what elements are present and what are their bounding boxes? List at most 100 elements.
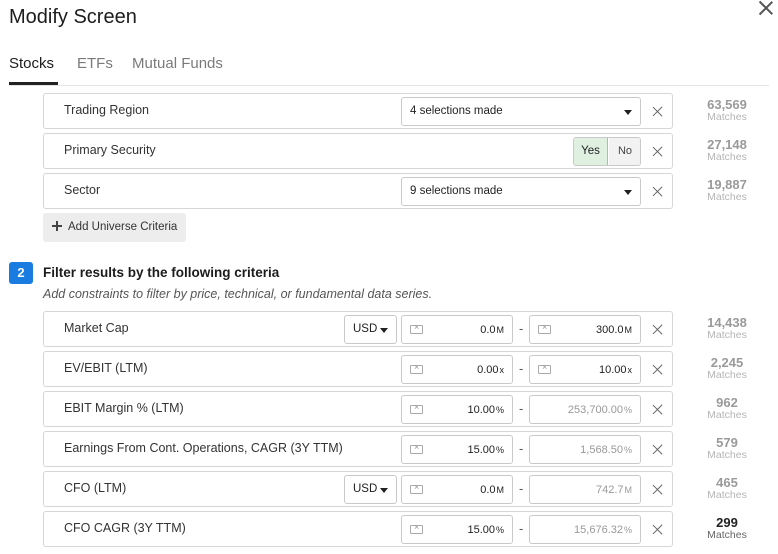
min-value: 0.0M [480, 484, 504, 496]
criteria-label: Trading Region [64, 103, 150, 117]
min-value: 0.00x [477, 364, 504, 376]
caret-down-icon [380, 328, 388, 333]
remove-criteria-icon[interactable] [652, 106, 663, 117]
clear-value-icon[interactable] [538, 362, 551, 374]
caret-down-icon [624, 110, 632, 115]
unit-text: % [495, 525, 504, 535]
unit-text: % [623, 445, 632, 455]
add-universe-criteria-button[interactable]: Add Universe Criteria [43, 213, 186, 242]
remove-criteria-icon[interactable] [652, 186, 663, 197]
max-value-placeholder: 1,568.50% [580, 444, 632, 456]
range-dash: - [519, 361, 524, 376]
matches-number: 2,245 [710, 355, 744, 370]
value-text: 10.00 [598, 364, 627, 376]
criteria-label: CFO CAGR (3Y TTM) [64, 521, 186, 535]
criteria-row-ev-ebit: EV/EBIT (LTM) 0.00x - 10.00x [43, 351, 673, 387]
criteria-label: Primary Security [64, 143, 156, 157]
max-value-input[interactable]: 253,700.00% [529, 395, 641, 424]
matches-count: 63,569 Matches [690, 98, 764, 123]
select-value: 4 selections made [410, 105, 503, 117]
criteria-label: Market Cap [64, 321, 129, 335]
step-badge: 2 [9, 262, 33, 284]
clear-value-icon[interactable] [538, 322, 551, 334]
sector-select[interactable]: 9 selections made [401, 177, 641, 206]
currency-select[interactable]: USD [344, 475, 397, 504]
matches-label: Matches [707, 489, 747, 501]
max-value-input[interactable]: 15,676.32% [529, 515, 641, 544]
remove-criteria-icon[interactable] [652, 404, 663, 415]
matches-label: Matches [707, 329, 747, 341]
unit-text: M [496, 485, 505, 495]
max-value-input[interactable]: 10.00x [529, 355, 641, 384]
max-value-input[interactable]: 1,568.50% [529, 435, 641, 464]
unit-text: x [499, 365, 505, 375]
yes-button[interactable]: Yes [574, 138, 608, 165]
tab-etfs[interactable]: ETFs [77, 55, 113, 72]
remove-criteria-icon[interactable] [652, 444, 663, 455]
remove-criteria-icon[interactable] [652, 146, 663, 157]
min-value-input[interactable]: 15.00% [401, 515, 513, 544]
min-value-input[interactable]: 0.0M [401, 315, 513, 344]
criteria-label: EBIT Margin % (LTM) [64, 401, 184, 415]
value-text: 0.0 [480, 324, 496, 336]
max-value-placeholder: 253,700.00% [568, 404, 632, 416]
no-button[interactable]: No [609, 138, 640, 165]
max-value-placeholder: 15,676.32% [574, 524, 632, 536]
criteria-row-ebit-margin: EBIT Margin % (LTM) 10.00% - 253,700.00% [43, 391, 673, 427]
select-value: 9 selections made [410, 185, 503, 197]
min-value: 0.0M [480, 324, 504, 336]
matches-label: Matches [707, 369, 747, 381]
matches-label: Matches [707, 449, 747, 461]
min-value-input[interactable]: 10.00% [401, 395, 513, 424]
matches-count: 465 Matches [690, 476, 764, 501]
unit-text: % [495, 405, 504, 415]
matches-number: 27,148 [707, 137, 747, 152]
remove-criteria-icon[interactable] [652, 484, 663, 495]
min-value: 15.00% [467, 444, 504, 456]
tab-mutual-funds[interactable]: Mutual Funds [132, 55, 223, 72]
min-value-input[interactable]: 0.0M [401, 475, 513, 504]
max-value-input[interactable]: 300.0M [529, 315, 641, 344]
plus-icon [52, 221, 62, 231]
placeholder-text: 15,676.32 [574, 524, 623, 536]
range-dash: - [519, 481, 524, 496]
unit-text: M [624, 325, 633, 335]
close-icon[interactable] [758, 0, 774, 16]
remove-criteria-icon[interactable] [652, 524, 663, 535]
matches-label: Matches [707, 111, 747, 123]
max-value-input[interactable]: 742.7M [529, 475, 641, 504]
clear-value-icon[interactable] [410, 522, 423, 534]
page-title: Modify Screen [9, 6, 137, 28]
remove-criteria-icon[interactable] [652, 364, 663, 375]
criteria-row-primary-security: Primary Security Yes No [43, 133, 673, 169]
criteria-label: EV/EBIT (LTM) [64, 361, 148, 375]
unit-text: x [627, 365, 633, 375]
add-universe-criteria-label: Add Universe Criteria [68, 221, 178, 233]
matches-count: 962 Matches [690, 396, 764, 421]
min-value-input[interactable]: 0.00x [401, 355, 513, 384]
currency-value: USD [353, 483, 378, 495]
tab-bar: Stocks ETFs Mutual Funds [9, 55, 778, 85]
matches-count: 2,245 Matches [690, 356, 764, 381]
tab-stocks[interactable]: Stocks [9, 55, 54, 72]
currency-select[interactable]: USD [344, 315, 397, 344]
criteria-row-sector: Sector 9 selections made [43, 173, 673, 209]
yes-no-toggle: Yes No [573, 137, 641, 166]
criteria-label: CFO (LTM) [64, 481, 127, 495]
matches-label: Matches [707, 409, 747, 421]
clear-value-icon[interactable] [410, 482, 423, 494]
clear-value-icon[interactable] [410, 402, 423, 414]
trading-region-select[interactable]: 4 selections made [401, 97, 641, 126]
value-text: 0.0 [480, 484, 496, 496]
min-value-input[interactable]: 15.00% [401, 435, 513, 464]
range-dash: - [519, 441, 524, 456]
remove-criteria-icon[interactable] [652, 324, 663, 335]
placeholder-text: 1,568.50 [580, 444, 623, 456]
unit-text: % [623, 405, 632, 415]
clear-value-icon[interactable] [410, 362, 423, 374]
max-value: 300.0M [596, 324, 632, 336]
clear-value-icon[interactable] [410, 322, 423, 334]
min-value: 15.00% [467, 524, 504, 536]
clear-value-icon[interactable] [410, 442, 423, 454]
matches-count: 299 Matches [690, 516, 764, 541]
